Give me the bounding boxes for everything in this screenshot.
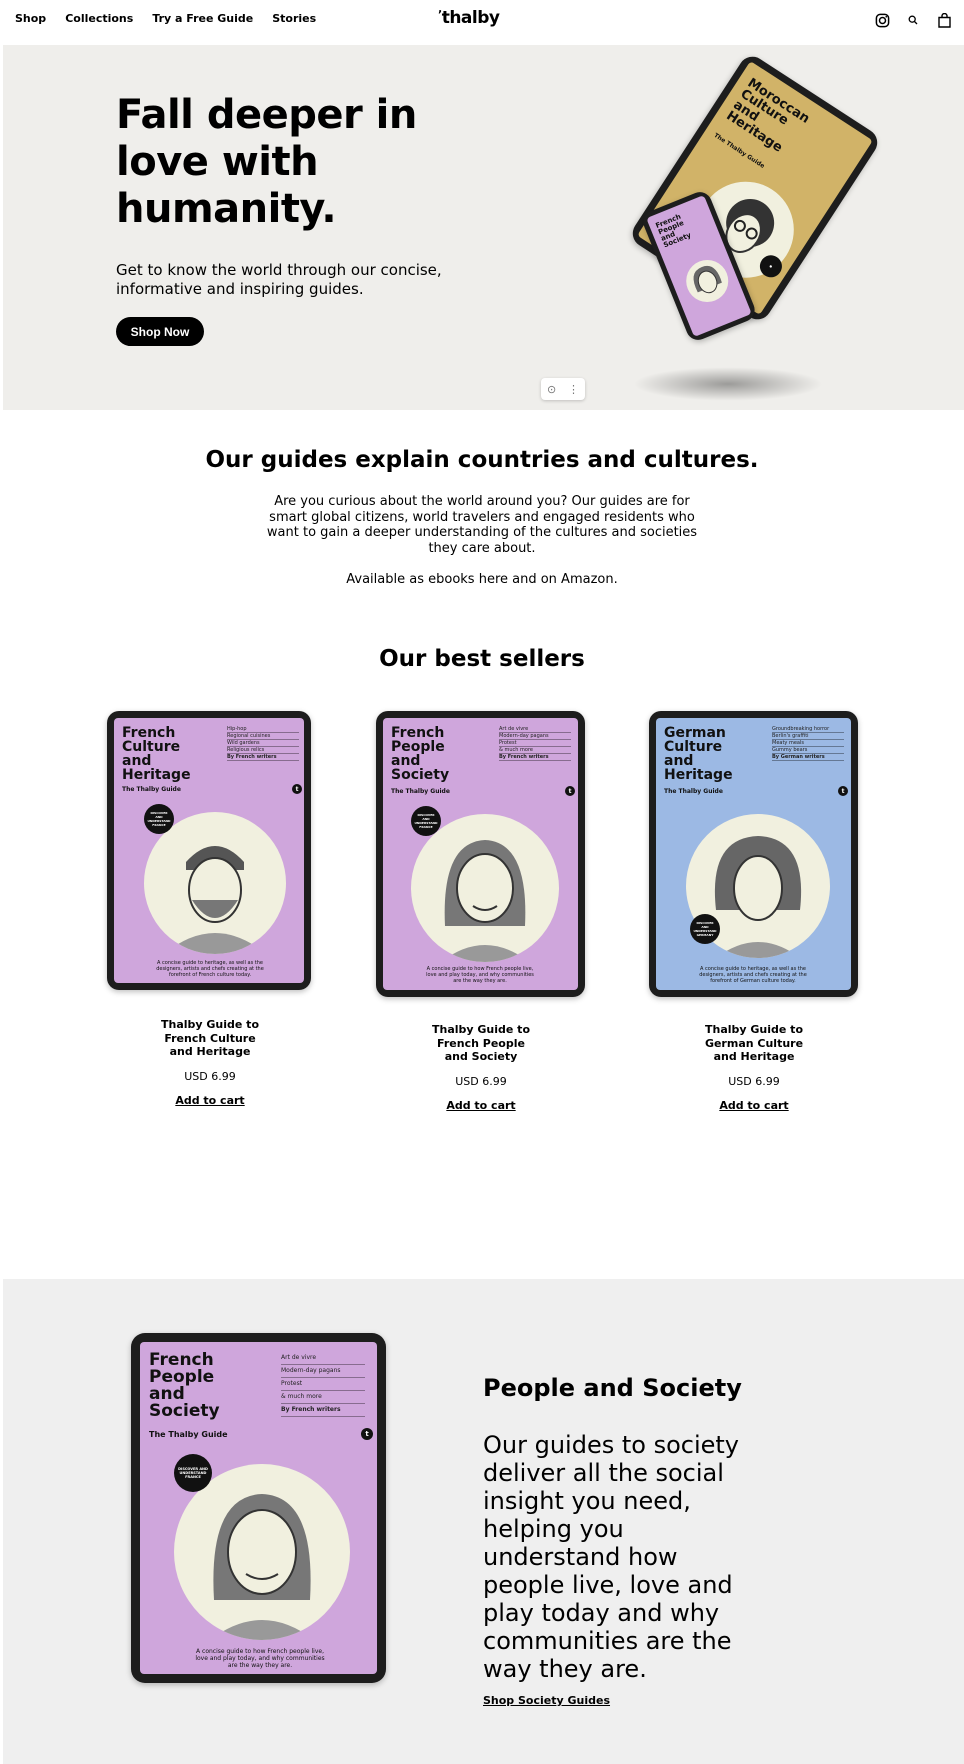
cover-list-item: Hip-hop [227, 726, 299, 733]
product-name[interactable]: Thalby Guide to French Culture and Herit… [155, 1018, 265, 1059]
hero-banner: Fall deeper in love with humanity. Get t… [3, 45, 964, 410]
nav-collections[interactable]: Collections [65, 12, 133, 25]
product-card-1: Thalby Guide to French Culture and Herit… [105, 1018, 315, 1109]
shop-now-button[interactable]: Shop Now [116, 317, 204, 346]
cover-list-item: Meaty meals [772, 740, 844, 747]
cover-list-item: Modern-day pagans [281, 1365, 365, 1378]
thalby-mark-icon: t [838, 786, 848, 796]
hero-phone-portrait [679, 253, 735, 309]
cover-subtitle: The Thalby Guide [149, 1430, 228, 1439]
cover-list-item: By French writers [499, 754, 571, 761]
product-cover-screen: French Culture and Heritage Hip-hop Regi… [114, 718, 304, 983]
cover-list-item: Protest [281, 1378, 365, 1391]
best-sellers-title: Our best sellers [379, 646, 585, 672]
cover-list-item: By German writers [772, 754, 844, 761]
add-to-cart-button[interactable]: Add to cart [175, 1094, 244, 1107]
cover-title: French People and Society [391, 725, 450, 783]
hero-tablet: Moroccan Culture and Heritage The Thalby… [627, 51, 883, 325]
cover-list-item: Protest [499, 740, 571, 747]
intro-title: Our guides explain countries and culture… [205, 447, 759, 473]
product-name[interactable]: Thalby Guide to German Culture and Herit… [699, 1023, 809, 1064]
instagram-icon[interactable] [872, 10, 892, 30]
main-nav: Shop Collections Try a Free Guide Storie… [15, 12, 316, 25]
cover-list-item: Berlin's graffiti [772, 733, 844, 740]
site-header: Shop Collections Try a Free Guide Storie… [0, 0, 964, 44]
camera-icon[interactable]: ⊙ [547, 383, 556, 396]
feature-cover[interactable]: French People and Society Art de vivre M… [131, 1333, 386, 1683]
cover-title: French Culture and Heritage [122, 725, 191, 783]
cover-badge: DISCOVER AND UNDERSTAND GERMANY [690, 914, 720, 944]
cover-title: French People and Society [149, 1350, 220, 1421]
cover-list: Art de vivre Modern-day pagans Protest &… [499, 726, 571, 761]
cover-list-item: By French writers [227, 754, 299, 761]
thalby-mark-icon: t [292, 784, 302, 794]
device-shadow [633, 367, 823, 401]
product-cover-3[interactable]: German Culture and Heritage Groundbreaki… [649, 711, 858, 997]
cover-list-item: Modern-day pagans [499, 733, 571, 740]
cover-badge: DISCOVER AND UNDERSTAND FRANCE [411, 806, 441, 836]
cover-list-item: By French writers [281, 1404, 365, 1417]
bag-icon[interactable] [934, 10, 954, 30]
cover-list: Groundbreaking horror Berlin's graffiti … [772, 726, 844, 761]
cover-description: A concise guide to heritage, as well as … [156, 960, 264, 978]
add-to-cart-button[interactable]: Add to cart [719, 1099, 788, 1112]
product-cover-screen: German Culture and Heritage Groundbreaki… [656, 718, 851, 990]
add-to-cart-button[interactable]: Add to cart [446, 1099, 515, 1112]
cover-list-item: & much more [499, 747, 571, 754]
cover-list: Art de vivre Modern-day pagans Protest &… [281, 1352, 365, 1417]
cover-subtitle: The Thalby Guide [391, 788, 450, 795]
feature-cover-screen: French People and Society Art de vivre M… [140, 1342, 377, 1674]
hero-phone-title: French People and Society [654, 212, 693, 250]
hero-title: Fall deeper in love with humanity. [116, 92, 417, 232]
product-cover-2[interactable]: French People and Society Art de vivre M… [376, 711, 585, 997]
cover-portrait [144, 812, 286, 954]
product-cover-screen: French People and Society Art de vivre M… [383, 718, 578, 990]
nav-free-guide[interactable]: Try a Free Guide [152, 12, 253, 25]
media-controls: ⊙ ⋮ [541, 378, 585, 400]
product-card-2: Thalby Guide to French People and Societ… [376, 1023, 586, 1114]
logo[interactable]: ʼthalby [438, 8, 500, 28]
more-icon[interactable]: ⋮ [568, 383, 579, 396]
hero-subtitle: Get to know the world through our concis… [116, 261, 442, 298]
product-card-3: Thalby Guide to German Culture and Herit… [649, 1023, 859, 1114]
product-name[interactable]: Thalby Guide to French People and Societ… [426, 1023, 536, 1064]
product-price: USD 6.99 [184, 1069, 236, 1083]
feature-section: French People and Society Art de vivre M… [3, 1279, 964, 1764]
cover-list-item: & much more [281, 1391, 365, 1404]
cover-list-item: Regional cuisines [227, 733, 299, 740]
feature-body: Our guides to society deliver all the so… [483, 1431, 739, 1683]
feature-title: People and Society [483, 1374, 742, 1402]
cover-badge: DISCOVER AND UNDERSTAND FRANCE [144, 804, 174, 834]
product-price: USD 6.99 [455, 1074, 507, 1088]
cover-badge: DISCOVER AND UNDERSTAND FRANCE [174, 1454, 212, 1492]
cover-list: Hip-hop Regional cuisines Wild gardens R… [227, 726, 299, 761]
nav-shop[interactable]: Shop [15, 12, 46, 25]
intro-available: Available as ebooks here and on Amazon. [346, 572, 618, 587]
shop-society-guides-link[interactable]: Shop Society Guides [483, 1694, 610, 1707]
cover-description: A concise guide to heritage, as well as … [699, 966, 807, 984]
cover-description: A concise guide to how French people liv… [426, 966, 534, 984]
cover-list-item: Art de vivre [281, 1352, 365, 1365]
cover-list-item: Gummy bears [772, 747, 844, 754]
cover-list-item: Wild gardens [227, 740, 299, 747]
logo-text: thalby [441, 8, 500, 28]
search-icon[interactable] [903, 10, 923, 30]
product-price: USD 6.99 [728, 1074, 780, 1088]
thalby-mark-icon: t [565, 786, 575, 796]
cover-title: German Culture and Heritage [664, 725, 733, 783]
product-cover-1[interactable]: French Culture and Heritage Hip-hop Regi… [107, 711, 311, 990]
cover-subtitle: The Thalby Guide [122, 786, 181, 793]
cover-description: A concise guide to how French people liv… [195, 1648, 325, 1669]
thalby-mark-icon: t [361, 1428, 373, 1440]
cover-portrait [411, 814, 559, 962]
cover-subtitle: The Thalby Guide [664, 788, 723, 795]
intro-body: Are you curious about the world around y… [266, 494, 698, 556]
cover-list-item: Groundbreaking horror [772, 726, 844, 733]
cover-list-item: Art de vivre [499, 726, 571, 733]
cover-list-item: Religious relics [227, 747, 299, 754]
nav-stories[interactable]: Stories [272, 12, 316, 25]
